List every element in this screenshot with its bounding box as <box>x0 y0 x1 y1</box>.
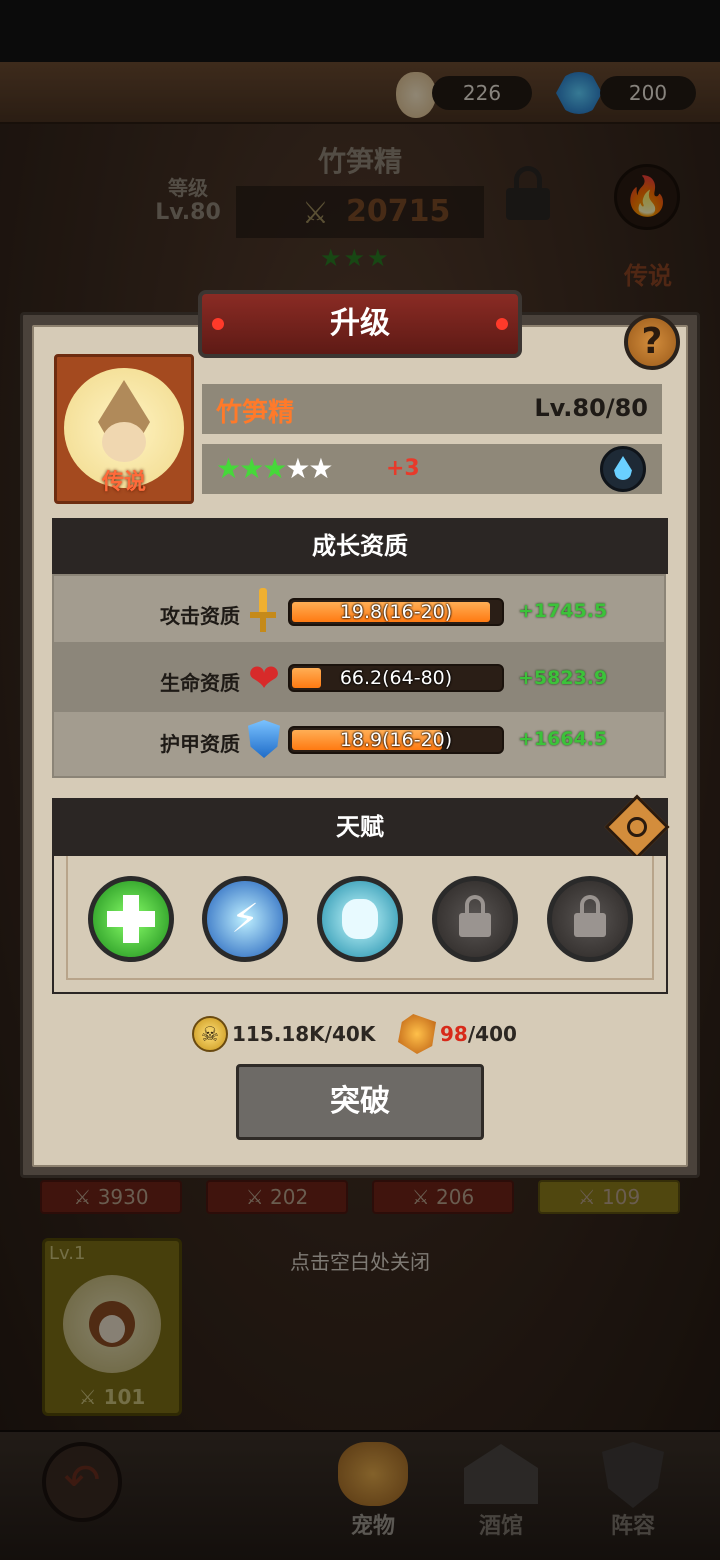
stat-label-armor: 护甲资质 <box>160 732 240 756</box>
pet-level: Lv.80/80 <box>534 394 648 422</box>
attack-value: 19.8(16-20) <box>339 601 453 623</box>
pet-name: 竹笋精 <box>216 398 295 428</box>
crystal-have: 98 <box>440 1022 468 1046</box>
title-gem-left <box>212 318 224 330</box>
stat-label-hp: 生命资质 <box>160 671 240 695</box>
crystal-cost: 98/400 <box>440 1022 517 1046</box>
armor-bar: 18.9(16-20) <box>288 726 504 754</box>
heart-icon: ❤ <box>248 656 280 700</box>
portrait-quality: 传说 <box>101 470 146 495</box>
locked-talent-slot[interactable] <box>547 876 633 962</box>
title-gem-right <box>496 318 508 330</box>
stat-label-attack: 攻击资质 <box>160 604 240 628</box>
lightning-blade-talent-icon[interactable]: ⚡ <box>202 876 288 962</box>
growth-section-header: 成长资质 <box>52 518 668 574</box>
attack-bar: 19.8(16-20) <box>288 598 504 626</box>
locked-talent-slot[interactable] <box>432 876 518 962</box>
status-bar <box>0 0 720 62</box>
heal-talent-icon[interactable] <box>88 876 174 962</box>
water-element-icon <box>600 446 646 492</box>
skull-coin-icon: ☠ <box>192 1016 228 1052</box>
hp-bonus: +5823.9 <box>518 667 608 689</box>
armor-value: 18.9(16-20) <box>339 729 453 751</box>
sword-icon <box>248 588 278 634</box>
lock-icon <box>574 895 606 939</box>
modal-title: 升级 <box>198 290 522 358</box>
star-bonus: +3 <box>386 456 420 481</box>
magnifier-icon <box>627 817 647 837</box>
stone-guardian-talent-icon[interactable] <box>317 876 403 962</box>
star-rating: ★★★★★ <box>216 452 334 485</box>
talent-section-header: 天赋 <box>52 798 668 856</box>
hp-value: 66.2(64-80) <box>339 667 453 689</box>
armor-bonus: +1664.5 <box>518 728 608 750</box>
gold-cost: 115.18K/40K <box>232 1022 376 1046</box>
breakthrough-button[interactable]: 突破 <box>236 1064 484 1140</box>
lock-icon <box>459 895 491 939</box>
crystal-need: /400 <box>467 1022 517 1046</box>
help-button[interactable]: ? <box>624 314 680 370</box>
attack-bonus: +1745.5 <box>518 600 608 622</box>
hp-bar: 66.2(64-80) <box>288 664 504 692</box>
